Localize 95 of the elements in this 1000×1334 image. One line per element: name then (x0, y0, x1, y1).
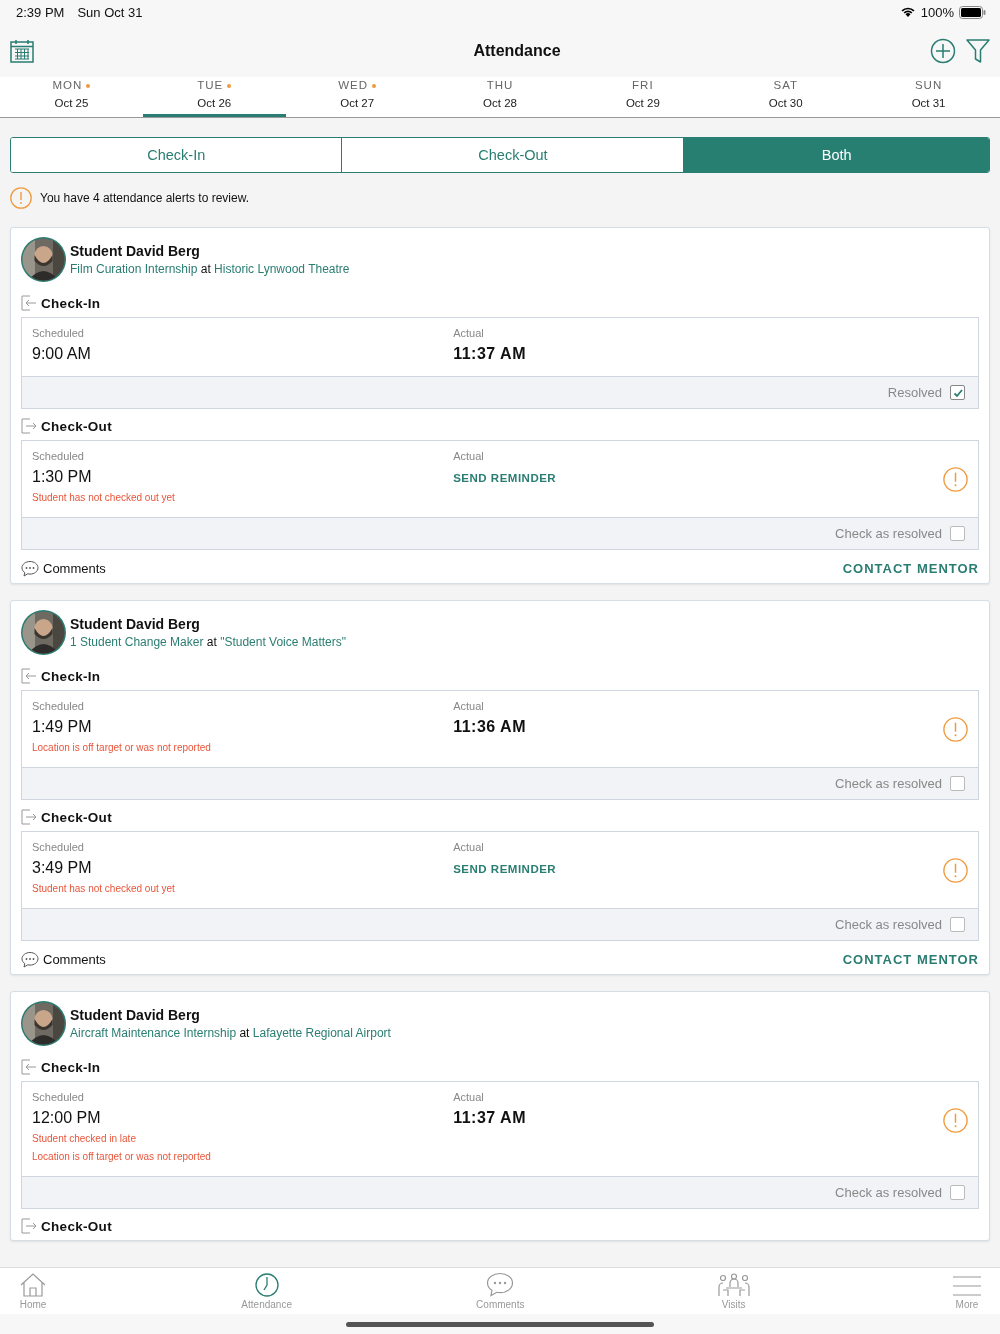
warning-message: Student has not checked out yet (32, 883, 176, 894)
day-tab[interactable]: THU Oct 28 (428, 77, 572, 117)
day-tab[interactable]: WED Oct 27 (285, 77, 429, 117)
check-out-icon (21, 418, 37, 434)
status-date: Sun Oct 31 (77, 4, 143, 20)
section-title: Check-Out (41, 418, 112, 434)
section-title: Check-Out (41, 1218, 112, 1234)
scheduled-time: 9:00 AM (32, 345, 91, 363)
warning-message: Student has not checked out yet (32, 492, 176, 503)
actual-label: Actual (453, 700, 485, 712)
check-in-icon (21, 1059, 37, 1075)
day-tab[interactable]: SAT Oct 30 (714, 77, 858, 117)
scheduled-label: Scheduled (32, 700, 85, 712)
send-reminder-button[interactable]: SEND REMINDER (453, 863, 557, 875)
connector-text: at (206, 635, 217, 649)
resolve-label: Check as resolved (835, 526, 942, 541)
check-in-icon (21, 295, 37, 311)
actual-time: 11:36 AM (453, 718, 526, 736)
add-icon[interactable] (930, 37, 956, 64)
comments-label[interactable]: Comments (43, 560, 106, 576)
status-time: 2:39 PM (16, 4, 65, 20)
student-name: Student David Berg (70, 243, 201, 259)
tab-bar-item[interactable]: Visits (708, 1268, 759, 1314)
people-icon (716, 1273, 751, 1297)
scheduled-label: Scheduled (32, 450, 85, 462)
home-icon (20, 1273, 46, 1297)
scheduled-label: Scheduled (32, 841, 85, 853)
resolve-checkbox[interactable] (950, 776, 965, 791)
send-reminder-button[interactable]: SEND REMINDER (453, 472, 557, 484)
day-tab[interactable]: MON Oct 25 (0, 77, 143, 117)
check-out-icon (21, 1218, 37, 1234)
warning-icon (10, 187, 32, 209)
day-tab[interactable]: FRI Oct 29 (571, 77, 715, 117)
day-tab[interactable]: SUN Oct 31 (857, 77, 1000, 117)
comment-icon (486, 1272, 515, 1297)
tab-bar-item[interactable]: Attendance (241, 1268, 292, 1314)
resolve-label: Check as resolved (835, 1185, 942, 1200)
warning-message: Student checked in late (32, 1133, 137, 1144)
resolve-checkbox[interactable] (950, 917, 965, 932)
site-link[interactable]: "Student Voice Matters" (220, 635, 347, 649)
contact-mentor-button[interactable]: CONTACT MENTOR (842, 951, 979, 967)
segment-tab[interactable]: Both (684, 138, 989, 172)
section-title: Check-In (41, 1059, 101, 1075)
calendar-icon[interactable] (10, 38, 34, 63)
scheduled-label: Scheduled (32, 1091, 85, 1103)
actual-time: 11:37 AM (453, 1109, 526, 1127)
segment-tab[interactable]: Check-In (11, 138, 343, 172)
resolve-checkbox[interactable] (950, 385, 965, 400)
tab-bar-item[interactable]: More (942, 1268, 992, 1314)
scheduled-time: 3:49 PM (32, 859, 92, 877)
program-link[interactable]: Film Curation Internship (70, 262, 198, 276)
wifi-icon (899, 6, 916, 18)
warning-message: Location is off target or was not reported (32, 1151, 212, 1162)
program-link[interactable]: 1 Student Change Maker (70, 635, 204, 649)
clock-icon (254, 1273, 279, 1297)
resolve-label: Check as resolved (835, 776, 942, 791)
tab-bar-item[interactable]: Home (8, 1268, 58, 1314)
actual-label: Actual (453, 327, 485, 339)
site-link[interactable]: Lafayette Regional Airport (252, 1026, 391, 1040)
alert-message: You have 4 attendance alerts to review. (40, 191, 250, 205)
check-in-icon (21, 668, 37, 684)
comments-label[interactable]: Comments (43, 951, 106, 967)
section-title: Check-Out (41, 809, 112, 825)
actual-label: Actual (453, 1091, 485, 1103)
resolve-checkbox[interactable] (950, 1185, 965, 1200)
warning-message: Location is off target or was not reported (32, 742, 212, 753)
scheduled-time: 1:30 PM (32, 468, 92, 486)
connector-text: at (239, 1026, 250, 1040)
student-name: Student David Berg (70, 1007, 201, 1023)
scheduled-label: Scheduled (32, 327, 85, 339)
actual-time: 11:37 AM (453, 345, 526, 363)
scheduled-time: 1:49 PM (32, 718, 92, 736)
tab-bar-item[interactable]: Comments (475, 1268, 526, 1314)
resolve-checkbox[interactable] (950, 526, 965, 541)
contact-mentor-button[interactable]: CONTACT MENTOR (842, 560, 979, 576)
day-tab[interactable]: TUE Oct 26 (142, 77, 286, 117)
comment-icon[interactable] (21, 950, 39, 968)
scheduled-time: 12:00 PM (32, 1109, 101, 1127)
comment-icon[interactable] (21, 559, 39, 577)
check-out-icon (21, 809, 37, 825)
resolve-label: Resolved (887, 385, 942, 400)
battery-percent: 100% (920, 4, 954, 20)
page-title: Attendance (472, 41, 562, 60)
connector-text: at (200, 262, 211, 276)
site-link[interactable]: Historic Lynwood Theatre (214, 262, 350, 276)
actual-label: Actual (453, 841, 485, 853)
student-name: Student David Berg (70, 616, 201, 632)
program-link[interactable]: Aircraft Maintenance Internship (70, 1026, 237, 1040)
resolve-label: Check as resolved (835, 917, 942, 932)
section-title: Check-In (41, 668, 101, 684)
actual-label: Actual (453, 450, 485, 462)
section-title: Check-In (41, 295, 101, 311)
filter-icon[interactable] (966, 37, 990, 64)
menu-icon (952, 1275, 982, 1297)
battery-icon (959, 5, 986, 19)
